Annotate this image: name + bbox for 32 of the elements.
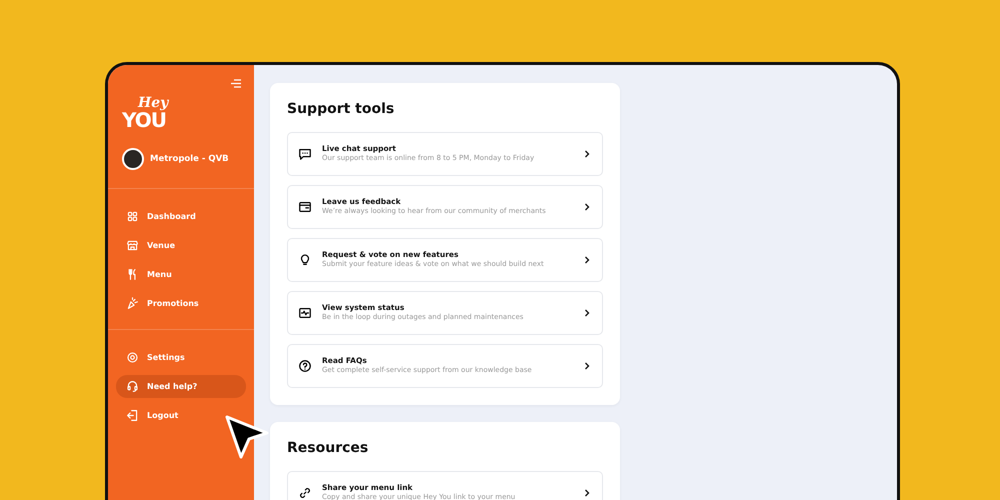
nav-item[interactable]: Venue	[116, 234, 246, 257]
store-icon	[126, 239, 139, 252]
card-icon	[298, 200, 312, 214]
chevron-right-icon	[584, 488, 590, 497]
nav-item[interactable]: Logout	[116, 404, 246, 427]
headset-icon	[126, 380, 139, 393]
chevron-right-icon	[584, 308, 590, 317]
grid-icon	[126, 210, 139, 223]
nav-item[interactable]: Dashboard	[116, 205, 246, 228]
settings-icon	[126, 351, 139, 364]
logo-text: Hey	[136, 96, 170, 110]
lightbulb-icon	[298, 252, 312, 267]
chat-icon	[298, 146, 312, 161]
link-icon	[298, 486, 312, 500]
chevron-right-icon	[584, 202, 590, 211]
nav-item[interactable]: Menu	[116, 263, 246, 286]
venue-name: Metropole - QVB	[150, 152, 229, 166]
nav-item[interactable]: Need help?	[116, 375, 246, 398]
section-title: Resources	[287, 440, 370, 457]
question-icon	[298, 358, 312, 373]
chevron-right-icon	[584, 362, 590, 370]
chevron-right-icon	[584, 256, 590, 264]
venue-avatar	[122, 148, 144, 170]
pulse-icon	[298, 306, 312, 320]
chevron-right-icon	[584, 150, 590, 158]
logo-text: YOU	[122, 110, 166, 130]
section-title: Support tools	[287, 101, 396, 118]
nav-item[interactable]: Promotions	[116, 292, 246, 315]
party-popper-icon	[126, 297, 139, 310]
logout-icon	[126, 409, 139, 422]
menu-icon[interactable]	[230, 79, 242, 88]
nav-item[interactable]: Settings	[116, 346, 246, 369]
